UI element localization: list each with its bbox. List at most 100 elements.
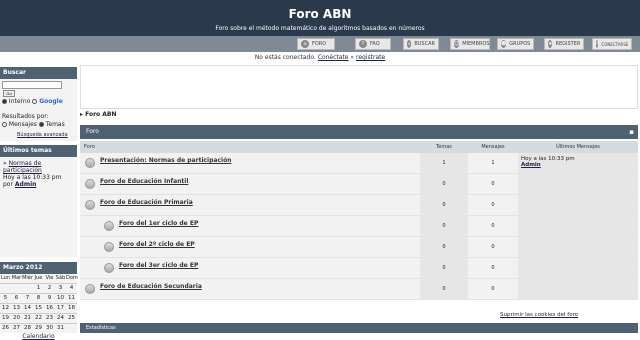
calendar-day[interactable]: 21 — [22, 313, 33, 323]
status-separator: » — [350, 54, 355, 61]
calendar-day-header: Vie — [45, 275, 54, 281]
calendar-day[interactable]: 14 — [22, 303, 33, 313]
forum-status-icon — [104, 263, 114, 273]
posts-count: 0 — [468, 216, 518, 236]
calendar-day[interactable]: 17 — [55, 303, 66, 313]
calendar-day[interactable]: 25 — [66, 313, 77, 323]
forum-link[interactable]: Foro de Educación Infantil — [100, 178, 188, 185]
status-text: No estás conectado. — [254, 54, 316, 61]
posts-count: 0 — [468, 237, 518, 257]
calendar-day[interactable]: 29 — [33, 323, 44, 333]
radio-messages[interactable] — [2, 122, 7, 127]
calendar-day[interactable]: 16 — [44, 303, 55, 313]
calendar-day[interactable]: 13 — [11, 303, 22, 313]
latest-topics-title: Últimos temas — [0, 145, 77, 157]
forum-link[interactable]: Presentación: Normas de participación — [100, 157, 231, 164]
forum-status-icon — [85, 200, 95, 210]
nav-foro-button[interactable]: ⌂ FORO — [297, 38, 335, 50]
nav-login-button[interactable]: ♯ CONECTARSE — [592, 38, 632, 50]
calendar-day[interactable]: 7 — [22, 293, 33, 303]
search-engine-options: Interno Google — [2, 98, 63, 105]
calendar-day[interactable]: 11 — [66, 293, 77, 303]
table-row: Foro de Educación Infantil 0 0 — [80, 174, 638, 195]
groups-icon: ☻ — [501, 40, 507, 48]
nav-members-button[interactable]: ☺ MIEMBROS — [450, 38, 490, 50]
forum-cell: Foro del 2º ciclo de EP — [80, 237, 420, 257]
calendar-day[interactable]: 19 — [0, 313, 11, 323]
arrow-icon: ▸ — [80, 111, 84, 118]
topics-count: 0 — [420, 237, 468, 257]
nav-label: CONECTARSE — [601, 41, 629, 47]
calendar-day[interactable]: 12 — [0, 303, 11, 313]
calendar-day[interactable]: 27 — [11, 323, 22, 333]
calendar-day-header: Mar — [11, 275, 22, 281]
col-forum: Foro — [84, 144, 95, 150]
calendar-day[interactable]: 20 — [11, 313, 22, 323]
calendar-day[interactable]: 5 — [0, 293, 11, 303]
latest-topic-author[interactable]: Admin — [15, 181, 37, 188]
calendar-day[interactable]: 6 — [11, 293, 22, 303]
calendar-day[interactable]: 2 — [44, 283, 55, 293]
forum-link[interactable]: Foro del 1er ciclo de EP — [119, 220, 198, 227]
table-header: Foro Temas Mensajes Últimos Mensajes — [80, 141, 638, 153]
calendar-grid: Lun Mar Miér Jue Vie Sáb Dom 1 2 3 4 5 6 7 8 9 10 11 12 13 1… — [0, 274, 78, 333]
go-button[interactable]: Go — [3, 90, 15, 97]
calendar-day[interactable]: 8 — [33, 293, 44, 303]
radio-topics[interactable] — [38, 122, 44, 127]
calendar-day[interactable]: 3 — [55, 283, 66, 293]
calendar-day[interactable]: 22 — [33, 313, 44, 323]
forum-cell: Foro del 3er ciclo de EP — [80, 258, 420, 278]
bullet-icon: » — [3, 160, 7, 167]
forum-status-icon — [104, 242, 114, 252]
calendar-day[interactable]: 1 — [33, 283, 44, 293]
calendar-day[interactable]: 23 — [44, 313, 55, 323]
last-post-author[interactable]: Admin — [521, 162, 541, 168]
col-posts: Mensajes — [481, 144, 505, 150]
calendar-day[interactable]: 30 — [44, 323, 55, 333]
calendar-day[interactable]: 31 — [55, 323, 66, 333]
last-post-cell — [518, 258, 638, 278]
breadcrumb-home[interactable]: Foro ABN — [85, 111, 116, 118]
calendar-day[interactable]: 28 — [22, 323, 33, 333]
calendar-title: Marzo 2012 — [0, 262, 77, 274]
login-status: No estás conectado. Conéctate » registra… — [0, 54, 640, 61]
forum-status-icon — [85, 158, 95, 168]
calendar-day-header: Miér — [22, 275, 33, 281]
calendar-widget: Marzo 2012 Lun Mar Miér Jue Vie Sáb Dom 1 2 3 4 5 6 7… — [0, 262, 78, 340]
nav-search-button[interactable]: ⌕ BUSCAR — [403, 38, 439, 50]
calendar-link[interactable]: Calendario — [0, 333, 77, 340]
forum-cell: Foro de Educación Infantil — [80, 174, 420, 194]
forum-link[interactable]: Foro de Educación Secundaria — [100, 283, 202, 290]
posts-count: 1 — [468, 153, 518, 173]
calendar-day[interactable]: 15 — [33, 303, 44, 313]
login-link[interactable]: Conéctate — [318, 54, 349, 61]
radio-google[interactable] — [32, 99, 38, 104]
forum-link[interactable]: Foro de Educación Primaria — [100, 199, 193, 206]
members-icon: ☺ — [454, 40, 460, 48]
advanced-search-link[interactable]: Búsqueda avanzada — [17, 132, 68, 138]
nav-groups-button[interactable]: ☻ GRUPOS — [497, 38, 534, 50]
latest-topic-link[interactable]: Normas de participación — [3, 160, 42, 174]
radio-internal-label: Interno — [8, 98, 31, 105]
forum-cell: Presentación: Normas de participación — [80, 153, 420, 173]
last-post-cell: Hoy a las 10:33 pm Admin — [518, 153, 638, 173]
calendar-day[interactable]: 18 — [66, 303, 77, 313]
last-post-cell — [518, 195, 638, 215]
nav-faq-button[interactable]: ? FAQ — [355, 38, 391, 50]
delete-cookies-link[interactable]: Suprimir las cookies del foro — [500, 312, 578, 318]
radio-internal[interactable] — [2, 99, 7, 104]
nav-register-button[interactable]: ★ REGISTER — [544, 38, 584, 50]
calendar-day[interactable]: 4 — [66, 283, 77, 293]
calendar-day[interactable]: 24 — [55, 313, 66, 323]
posts-count: 0 — [468, 195, 518, 215]
forum-link[interactable]: Foro del 2º ciclo de EP — [119, 241, 195, 248]
calendar-day[interactable]: 10 — [55, 293, 66, 303]
register-link[interactable]: registrate — [356, 54, 385, 61]
table-row: Foro de Educación Secundaria 0 0 — [80, 279, 638, 300]
collapse-icon[interactable]: ▪ — [629, 125, 634, 139]
calendar-day[interactable]: 9 — [44, 293, 55, 303]
search-input[interactable] — [2, 81, 62, 89]
topics-count: 0 — [420, 258, 468, 278]
forum-link[interactable]: Foro del 3er ciclo de EP — [119, 262, 198, 269]
calendar-day[interactable]: 26 — [0, 323, 11, 333]
